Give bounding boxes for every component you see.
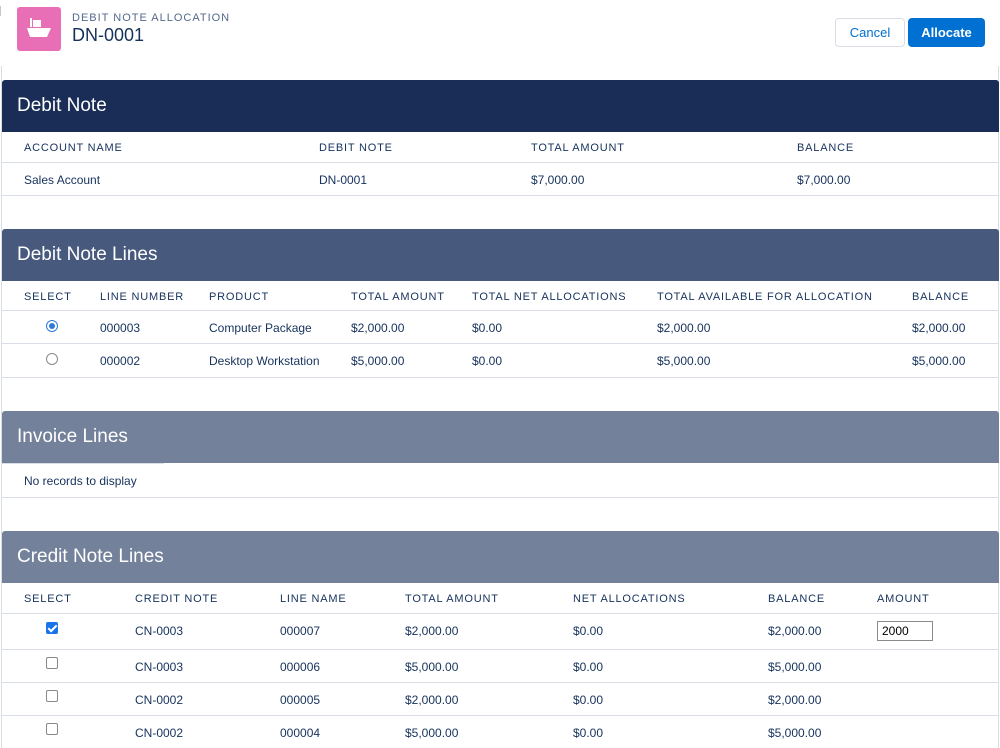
total-amount-cell: $7,000.00 bbox=[531, 173, 585, 187]
debit-note-cell: DN-0001 bbox=[319, 173, 368, 187]
table-row: Sales Account DN-0001 $7,000.00 $7,000.0… bbox=[2, 163, 999, 196]
invoice-lines-section-header: Invoice Lines bbox=[2, 411, 999, 463]
balance-cell: $5,000.00 bbox=[768, 660, 822, 674]
available-cell: $5,000.00 bbox=[657, 354, 711, 368]
select-checkbox[interactable] bbox=[46, 657, 58, 669]
column-header: PRODUCT bbox=[209, 291, 269, 303]
page-title: DN-0001 bbox=[72, 25, 145, 45]
net-allocations-cell: $0.00 bbox=[573, 660, 604, 674]
section-title: Debit Note bbox=[17, 95, 107, 116]
credit-note-cell: CN-0002 bbox=[135, 726, 184, 740]
amount-input[interactable] bbox=[877, 621, 933, 641]
section-title: Invoice Lines bbox=[17, 426, 128, 447]
table-row: CN-0003 000007 $2,000.00 $0.00 $2,000.00 bbox=[2, 614, 999, 650]
column-header: ACCOUNT NAME bbox=[24, 142, 123, 154]
net-allocations-cell: $0.00 bbox=[573, 693, 604, 707]
net-allocations-cell: $0.00 bbox=[472, 354, 503, 368]
column-header: SELECT bbox=[24, 593, 72, 605]
section-title: Debit Note Lines bbox=[17, 244, 158, 265]
select-radio[interactable] bbox=[46, 320, 58, 332]
ship-icon bbox=[17, 7, 61, 51]
empty-state-text: No records to display bbox=[24, 474, 137, 488]
product-cell: Computer Package bbox=[209, 321, 312, 335]
balance-cell: $5,000.00 bbox=[912, 354, 966, 368]
column-header: BALANCE bbox=[768, 593, 825, 605]
cancel-button[interactable]: Cancel bbox=[835, 18, 905, 47]
table-header-row: SELECT CREDIT NOTE LINE NAME TOTAL AMOUN… bbox=[2, 583, 999, 614]
select-checkbox[interactable] bbox=[46, 723, 58, 735]
section-title: Credit Note Lines bbox=[17, 546, 164, 567]
page-header: DEBIT NOTE ALLOCATION DN-0001 Cancel All… bbox=[0, 0, 1000, 66]
line-name-cell: 000006 bbox=[280, 660, 321, 674]
line-name-cell: 000005 bbox=[280, 693, 321, 707]
line-name-cell: 000004 bbox=[280, 726, 321, 740]
table-row: 000003 Computer Package $2,000.00 $0.00 … bbox=[2, 311, 999, 344]
column-header: BALANCE bbox=[912, 291, 969, 303]
total-amount-cell: $2,000.00 bbox=[405, 624, 459, 638]
balance-cell: $2,000.00 bbox=[768, 693, 822, 707]
line-name-cell: 000007 bbox=[280, 624, 321, 638]
column-header: TOTAL AMOUNT bbox=[351, 291, 445, 303]
total-amount-cell: $2,000.00 bbox=[405, 693, 459, 707]
balance-cell: $5,000.00 bbox=[768, 726, 822, 740]
table-row: CN-0002 000005 $2,000.00 $0.00 $2,000.00 bbox=[2, 683, 999, 716]
column-header: TOTAL AMOUNT bbox=[531, 142, 625, 154]
credit-note-cell: CN-0002 bbox=[135, 693, 184, 707]
balance-cell: $7,000.00 bbox=[797, 173, 851, 187]
net-allocations-cell: $0.00 bbox=[472, 321, 503, 335]
column-header: CREDIT NOTE bbox=[135, 593, 219, 605]
column-header: BALANCE bbox=[797, 142, 854, 154]
table-header-row: SELECT LINE NUMBER PRODUCT TOTAL AMOUNT … bbox=[2, 281, 999, 311]
select-radio[interactable] bbox=[46, 353, 58, 365]
available-cell: $2,000.00 bbox=[657, 321, 711, 335]
page-eyebrow: DEBIT NOTE ALLOCATION bbox=[72, 12, 231, 24]
total-amount-cell: $2,000.00 bbox=[351, 321, 405, 335]
product-cell: Desktop Workstation bbox=[209, 354, 320, 368]
table-row: 000002 Desktop Workstation $5,000.00 $0.… bbox=[2, 344, 999, 378]
net-allocations-cell: $0.00 bbox=[573, 726, 604, 740]
select-checkbox[interactable] bbox=[46, 690, 58, 702]
column-header: AMOUNT bbox=[877, 593, 930, 605]
allocate-button[interactable]: Allocate bbox=[908, 18, 985, 47]
total-amount-cell: $5,000.00 bbox=[351, 354, 405, 368]
credit-note-lines-section-header: Credit Note Lines bbox=[2, 531, 999, 583]
debit-note-lines-section-header: Debit Note Lines bbox=[2, 229, 999, 281]
total-amount-cell: $5,000.00 bbox=[405, 660, 459, 674]
column-header: TOTAL AVAILABLE FOR ALLOCATION bbox=[657, 291, 873, 303]
balance-cell: $2,000.00 bbox=[768, 624, 822, 638]
table-row: CN-0003 000006 $5,000.00 $0.00 $5,000.00 bbox=[2, 650, 999, 683]
column-header: NET ALLOCATIONS bbox=[573, 593, 686, 605]
debit-note-section-header: Debit Note bbox=[2, 80, 999, 132]
column-header: LINE NAME bbox=[280, 593, 347, 605]
window-edge bbox=[0, 6, 2, 16]
net-allocations-cell: $0.00 bbox=[573, 624, 604, 638]
column-header: TOTAL NET ALLOCATIONS bbox=[472, 291, 627, 303]
table-header-row: ACCOUNT NAME DEBIT NOTE TOTAL AMOUNT BAL… bbox=[2, 132, 999, 163]
select-checkbox[interactable] bbox=[46, 622, 58, 634]
total-amount-cell: $5,000.00 bbox=[405, 726, 459, 740]
account-name-cell: Sales Account bbox=[24, 173, 101, 187]
empty-row: No records to display bbox=[2, 464, 999, 498]
table-row: CN-0002 000004 $5,000.00 $0.00 $5,000.00 bbox=[2, 716, 999, 748]
column-header: SELECT bbox=[24, 291, 72, 303]
credit-note-cell: CN-0003 bbox=[135, 624, 184, 638]
line-number-cell: 000002 bbox=[100, 354, 141, 368]
column-header: LINE NUMBER bbox=[100, 291, 184, 303]
line-number-cell: 000003 bbox=[100, 321, 141, 335]
column-header: DEBIT NOTE bbox=[319, 142, 393, 154]
credit-note-cell: CN-0003 bbox=[135, 660, 184, 674]
balance-cell: $2,000.00 bbox=[912, 321, 966, 335]
column-header: TOTAL AMOUNT bbox=[405, 593, 499, 605]
